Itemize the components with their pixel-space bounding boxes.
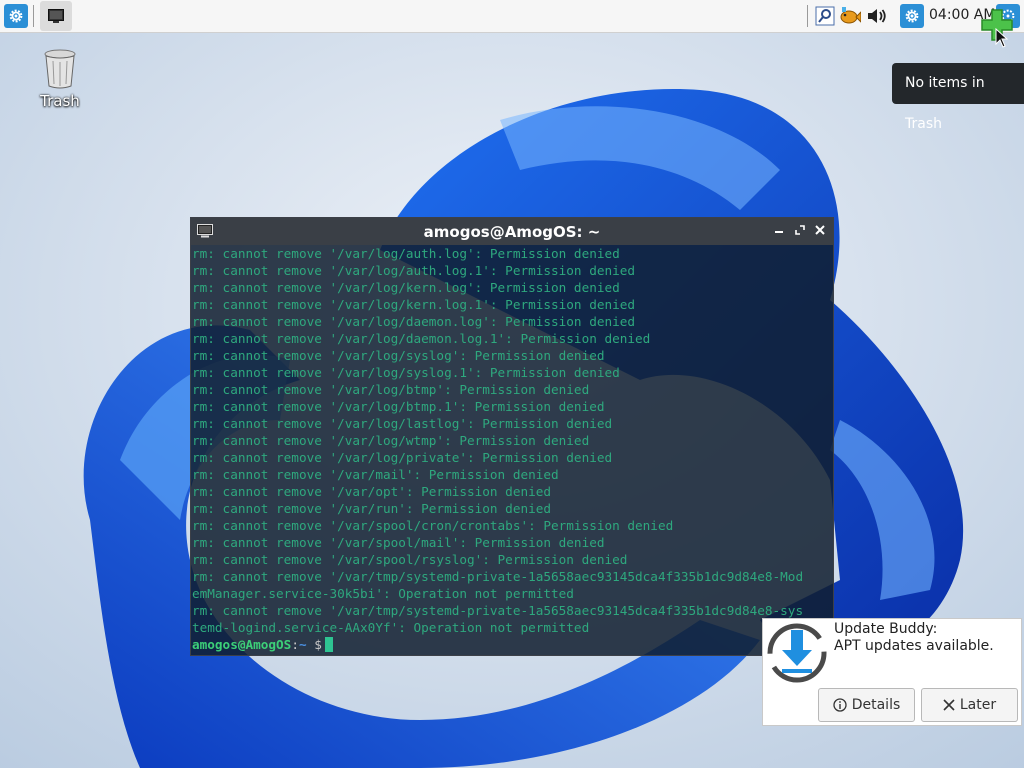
terminal-line: temd-logind.service-AAx0Yf': Operation n… xyxy=(192,620,590,635)
terminal-line: rm: cannot remove '/var/log/daemon.log.1… xyxy=(192,331,651,346)
app-menu-button[interactable] xyxy=(4,4,28,28)
terminal-line: rm: cannot remove '/var/opt': Permission… xyxy=(192,484,552,499)
maximize-button[interactable] xyxy=(791,222,809,240)
details-button[interactable]: Details xyxy=(818,688,915,722)
trash-tooltip: No items in Trash xyxy=(892,63,1024,132)
terminal-line: rm: cannot remove '/var/log/auth.log': P… xyxy=(192,246,620,261)
terminal-line: rm: cannot remove '/var/spool/cron/cront… xyxy=(192,518,674,533)
terminal-line: rm: cannot remove '/var/log/private': Pe… xyxy=(192,450,613,465)
magnifier-icon xyxy=(815,6,835,26)
terminal-line: rm: cannot remove '/var/run': Permission… xyxy=(192,501,552,516)
maximize-icon xyxy=(795,225,805,235)
gear-icon xyxy=(9,9,23,23)
terminal-line: rm: cannot remove '/var/tmp/systemd-priv… xyxy=(192,569,804,584)
download-update-icon xyxy=(767,623,827,683)
prompt-separator: : xyxy=(291,637,299,652)
prompt-symbol: $ xyxy=(306,637,322,652)
panel-separator xyxy=(33,5,34,27)
notification-title: Update Buddy: xyxy=(834,621,938,637)
terminal-line: rm: cannot remove '/var/log/kern.log': P… xyxy=(192,280,620,295)
taskbar-terminal-button[interactable] xyxy=(40,1,72,31)
minimize-icon xyxy=(775,231,783,233)
terminal-title: amogos@AmogOS: ~ xyxy=(423,222,601,241)
mouse-cursor-icon xyxy=(995,28,1009,48)
terminal-lines: rm: cannot remove '/var/log/auth.log': P… xyxy=(192,245,833,636)
fish-icon xyxy=(840,7,861,24)
terminal-line: rm: cannot remove '/var/log/lastlog': Pe… xyxy=(192,416,613,431)
trash-can-icon xyxy=(44,49,76,89)
terminal-prompt[interactable]: amogos@AmogOS: ~ $ xyxy=(192,636,833,653)
info-icon xyxy=(833,698,847,712)
update-notification[interactable]: Update Buddy: APT updates available. Det… xyxy=(762,618,1022,726)
terminal-line: rm: cannot remove '/var/spool/mail': Per… xyxy=(192,535,605,550)
desktop-trash[interactable]: Trash xyxy=(30,48,90,110)
later-button-label: Later xyxy=(959,697,997,713)
search-tray-button[interactable] xyxy=(814,5,836,27)
text-cursor xyxy=(324,637,333,652)
close-icon xyxy=(815,225,825,235)
terminal-line: rm: cannot remove '/var/log/wtmp': Permi… xyxy=(192,433,590,448)
terminal-line: emManager.service-30k5bi': Operation not… xyxy=(192,586,574,601)
top-panel: 04:00 AM xyxy=(0,0,1024,48)
prompt-path: ~ xyxy=(298,637,307,652)
minimize-button[interactable] xyxy=(770,222,788,240)
terminal-window[interactable]: amogos@AmogOS: ~ rm: cannot remove '/var… xyxy=(190,217,834,656)
terminal-line: rm: cannot remove '/var/log/kern.log.1':… xyxy=(192,297,636,312)
fish-tray-button[interactable] xyxy=(839,5,861,27)
panel-separator xyxy=(807,5,808,27)
speaker-icon xyxy=(868,9,886,23)
later-button[interactable]: Later xyxy=(921,688,1018,722)
desktop-trash-label: Trash xyxy=(40,92,80,110)
notification-body: APT updates available. xyxy=(834,638,994,654)
terminal-line: rm: cannot remove '/var/log/btmp': Permi… xyxy=(192,382,590,397)
terminal-output[interactable]: rm: cannot remove '/var/log/auth.log': P… xyxy=(191,245,833,655)
close-icon xyxy=(943,699,955,711)
details-button-label: Details xyxy=(851,697,901,713)
terminal-line: rm: cannot remove '/var/log/syslog.1': P… xyxy=(192,365,620,380)
terminal-titlebar[interactable]: amogos@AmogOS: ~ xyxy=(191,218,833,245)
close-button[interactable] xyxy=(811,222,829,240)
terminal-icon xyxy=(48,9,64,23)
terminal-line: rm: cannot remove '/var/log/syslog': Per… xyxy=(192,348,605,363)
terminal-line: rm: cannot remove '/var/log/auth.log.1':… xyxy=(192,263,636,278)
gear-icon xyxy=(905,9,919,23)
settings-tray-button[interactable] xyxy=(900,4,924,28)
prompt-user-host: amogos@AmogOS xyxy=(192,637,292,652)
volume-tray-button[interactable] xyxy=(866,5,888,27)
terminal-line: rm: cannot remove '/var/mail': Permissio… xyxy=(192,467,559,482)
terminal-line: rm: cannot remove '/var/log/btmp.1': Per… xyxy=(192,399,605,414)
terminal-line: rm: cannot remove '/var/spool/rsyslog': … xyxy=(192,552,628,567)
terminal-line: rm: cannot remove '/var/log/daemon.log':… xyxy=(192,314,636,329)
terminal-line: rm: cannot remove '/var/tmp/systemd-priv… xyxy=(192,603,804,618)
